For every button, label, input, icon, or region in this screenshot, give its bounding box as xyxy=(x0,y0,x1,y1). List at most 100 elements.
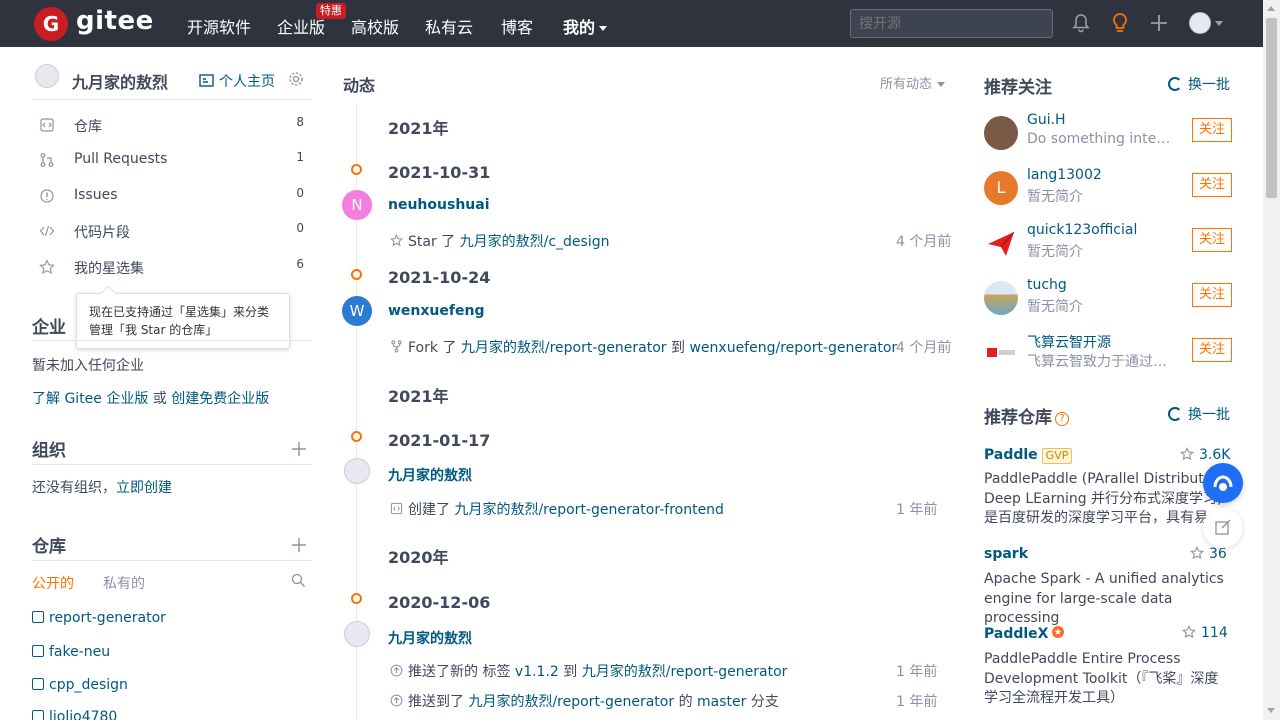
floating-edit-button[interactable] xyxy=(1203,508,1243,548)
follow-button[interactable]: 关注 xyxy=(1192,228,1232,252)
recommend-repo-desc: PaddlePaddle (PArallel Distributed Deep … xyxy=(984,471,1223,526)
feed-branch-link[interactable]: master xyxy=(697,694,746,710)
create-org-link[interactable]: 立即创建 xyxy=(116,480,172,496)
recommend-user: quick123official 暂无简介 关注 xyxy=(984,222,1234,262)
feed-user-link[interactable]: wenxuefeng xyxy=(388,303,484,319)
search-input[interactable] xyxy=(850,9,1053,38)
repo-star-button[interactable]: 114 xyxy=(1182,625,1228,641)
recommend-user-name[interactable]: lang13002 xyxy=(1027,167,1102,183)
plus-icon[interactable] xyxy=(1148,12,1170,34)
repo-name: report-generator xyxy=(49,610,166,626)
feed-target-link[interactable]: wenxuefeng/report-generator xyxy=(689,340,897,356)
repo-link[interactable]: report-generator xyxy=(32,610,166,626)
id-card-icon xyxy=(199,74,214,87)
sidebar-item-count: 1 xyxy=(296,150,304,164)
feed-time: 1 年前 xyxy=(896,694,938,710)
user-avatar[interactable] xyxy=(1189,12,1211,34)
profile-header: 九月家的敖烈 个人主页 xyxy=(32,60,312,100)
help-icon[interactable]: ? xyxy=(1055,412,1069,426)
feed-repo-link[interactable]: 九月家的敖烈/report-generator xyxy=(468,694,674,710)
follow-button[interactable]: 关注 xyxy=(1192,173,1232,197)
feed-tail: 分支 xyxy=(750,694,779,710)
profile-username[interactable]: 九月家的敖烈 xyxy=(72,69,168,93)
user-avatar[interactable] xyxy=(984,116,1018,150)
avatar-chevron-icon[interactable] xyxy=(1215,21,1223,26)
recommend-repo-name[interactable]: spark xyxy=(984,546,1028,562)
user-avatar[interactable]: L xyxy=(984,171,1018,205)
profile-avatar[interactable] xyxy=(35,64,59,88)
recommend-user-name[interactable]: Gui.H xyxy=(1027,112,1066,128)
nav-mine[interactable]: 我的 xyxy=(563,14,608,38)
user-avatar[interactable]: N xyxy=(342,190,372,220)
user-avatar[interactable] xyxy=(984,281,1018,315)
floating-assistant-button[interactable] xyxy=(1203,463,1243,503)
recommend-repo-name[interactable]: PaddleX xyxy=(984,625,1065,642)
recommend-user-name[interactable]: quick123official xyxy=(1027,222,1137,238)
search-icon[interactable] xyxy=(291,573,306,588)
feed-repo-link[interactable]: 九月家的敖烈/report-generator xyxy=(582,664,788,680)
scrollbar-thumb[interactable] xyxy=(1266,18,1277,198)
sidebar-item-issues[interactable]: Issues 0 xyxy=(32,186,312,206)
recommend-repos-label: 推荐仓库 xyxy=(984,408,1052,428)
sidebar-item-snippets[interactable]: 代码片段 0 xyxy=(32,221,312,241)
feed-user-link[interactable]: neuhoushuai xyxy=(388,197,490,213)
recommend-user: tuchg 暂无简介 关注 xyxy=(984,277,1234,317)
sidebar-item-label: Pull Requests xyxy=(74,151,168,167)
scroll-down-arrow-icon[interactable] xyxy=(1267,708,1275,713)
lightbulb-icon[interactable] xyxy=(1109,12,1131,34)
create-enterprise-link[interactable]: 创建免费企业版 xyxy=(171,391,269,407)
feed-date: 2021-01-17 xyxy=(388,431,491,450)
user-avatar[interactable] xyxy=(344,621,370,647)
nav-blog[interactable]: 博客 xyxy=(501,14,533,38)
feed-user-link[interactable]: 九月家的敖烈 xyxy=(388,628,472,648)
repo-star-button[interactable]: 36 xyxy=(1190,546,1227,562)
refresh-follow-button[interactable]: 换一批 xyxy=(1168,74,1230,94)
follow-button[interactable]: 关注 xyxy=(1192,283,1232,307)
feed-filter-dropdown[interactable]: 所有动态 xyxy=(880,73,946,92)
sidebar-item-star-collections[interactable]: 我的星选集 6 xyxy=(32,257,312,277)
feed-tag-link[interactable]: v1.1.2 xyxy=(515,664,559,680)
nav-open-source[interactable]: 开源软件 xyxy=(187,14,251,38)
feisuan-logo-icon[interactable] xyxy=(984,336,1018,370)
star-icon xyxy=(39,259,55,275)
repo-stars: 36 xyxy=(1209,546,1227,562)
repo-link[interactable]: liolio4780 xyxy=(32,709,117,720)
tab-private[interactable]: 私有的 xyxy=(103,573,145,593)
scroll-up-arrow-icon[interactable] xyxy=(1267,6,1275,11)
repo-star-button[interactable]: 3.6K xyxy=(1180,447,1230,463)
nav-private-cloud[interactable]: 私有云 xyxy=(425,14,473,38)
paper-plane-avatar-icon[interactable] xyxy=(984,226,1018,260)
feed-user-link[interactable]: 九月家的敖烈 xyxy=(388,465,472,485)
feed-repo-link[interactable]: 九月家的敖烈/report-generator-frontend xyxy=(454,502,724,518)
gitee-wordmark[interactable]: gitee xyxy=(76,6,154,36)
sidebar-item-label: 仓库 xyxy=(74,119,102,135)
recommend-user-desc: 暂无简介 xyxy=(1027,299,1083,315)
left-sidebar: 九月家的敖烈 个人主页 xyxy=(32,60,312,100)
push-icon xyxy=(390,694,403,707)
learn-enterprise-link[interactable]: 了解 Gitee 企业版 xyxy=(32,391,148,407)
homepage-link[interactable]: 个人主页 xyxy=(199,71,275,91)
repo-link[interactable]: cpp_design xyxy=(32,677,128,693)
add-org-plus-icon[interactable] xyxy=(291,441,307,457)
bell-icon[interactable] xyxy=(1070,12,1092,34)
feed-repo-link[interactable]: 九月家的敖烈/c_design xyxy=(460,234,610,250)
recommend-user-name[interactable]: 飞算云智开源 xyxy=(1027,332,1111,352)
nav-mine-label: 我的 xyxy=(563,18,596,37)
sidebar-item-pull-requests[interactable]: Pull Requests 1 xyxy=(32,150,312,170)
gitee-logo[interactable]: G xyxy=(34,7,68,41)
user-avatar[interactable]: W xyxy=(342,296,372,326)
nav-university[interactable]: 高校版 xyxy=(351,14,399,38)
gear-icon[interactable] xyxy=(288,71,304,87)
recommend-user-name[interactable]: tuchg xyxy=(1027,277,1067,293)
feed-repo-link[interactable]: 九月家的敖烈/report-generator xyxy=(461,340,667,356)
sidebar-item-repos[interactable]: 仓库 8 xyxy=(32,115,312,135)
add-repo-plus-icon[interactable] xyxy=(291,537,307,553)
follow-button[interactable]: 关注 xyxy=(1192,338,1232,362)
recommend-repo-name[interactable]: Paddle GVP xyxy=(984,447,1073,464)
user-avatar[interactable] xyxy=(344,458,370,484)
follow-button[interactable]: 关注 xyxy=(1192,118,1232,142)
homepage-label: 个人主页 xyxy=(219,74,275,90)
tab-public[interactable]: 公开的 xyxy=(32,573,74,593)
repo-link[interactable]: fake-neu xyxy=(32,644,110,660)
refresh-repos-button[interactable]: 换一批 xyxy=(1168,404,1230,424)
